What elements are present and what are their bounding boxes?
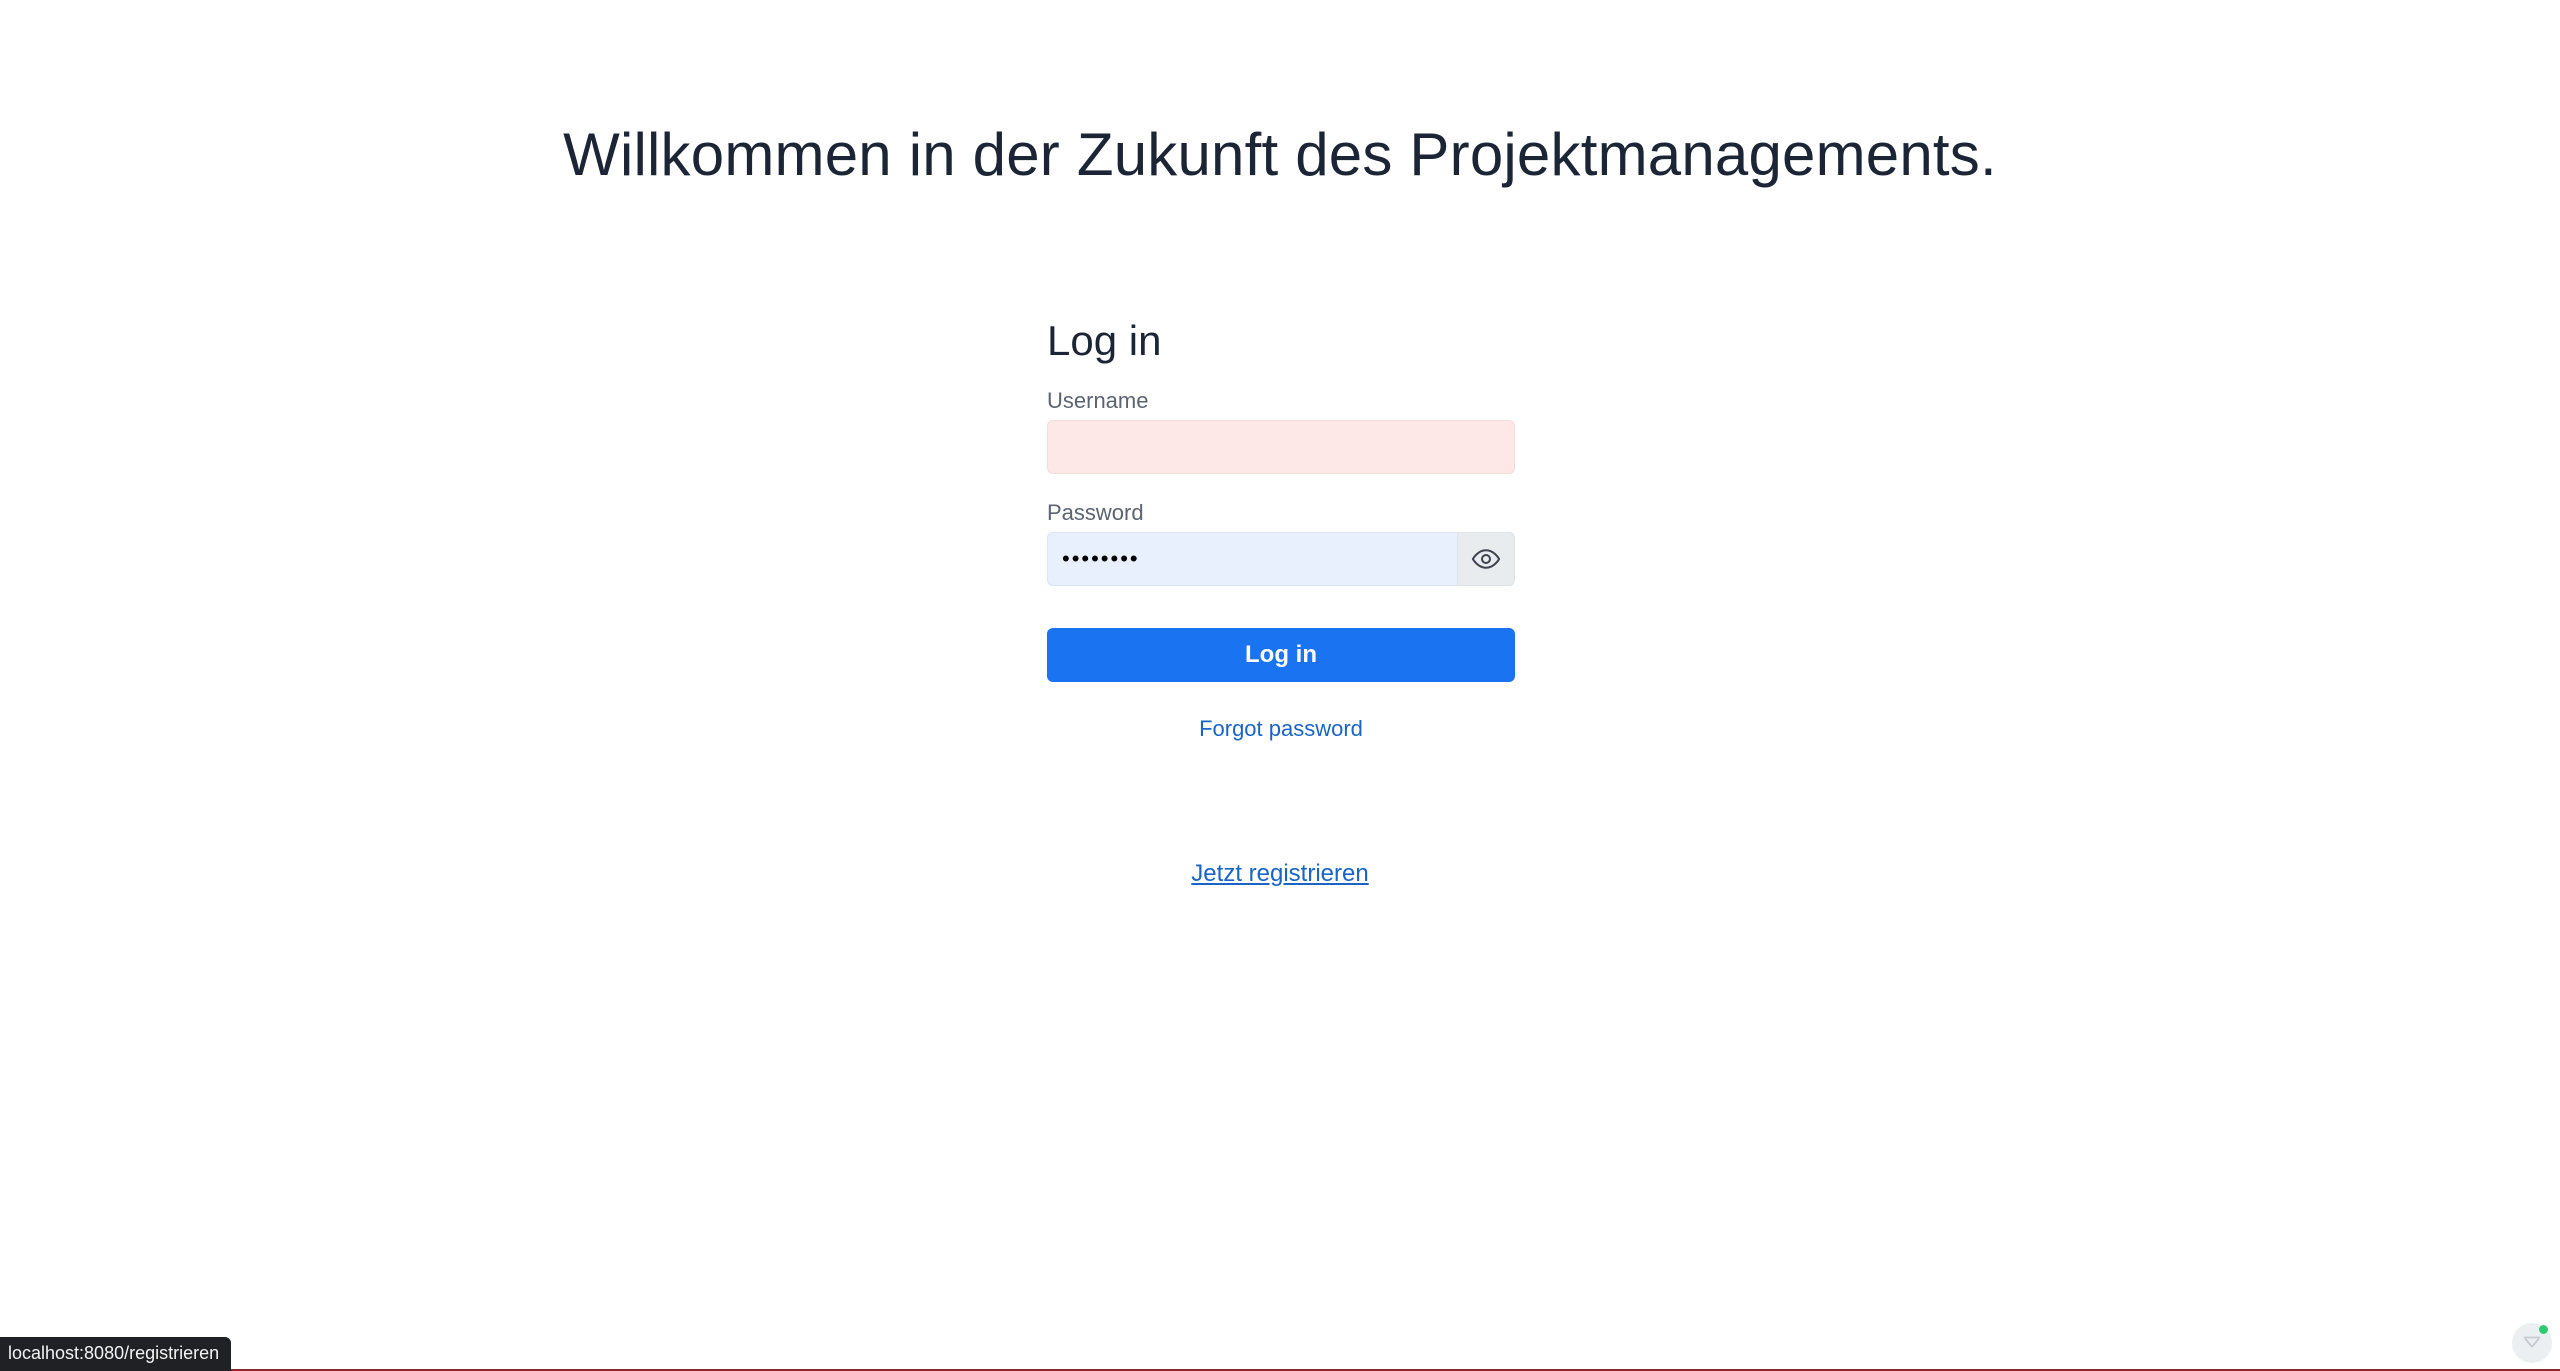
eye-icon — [1471, 549, 1501, 570]
username-input[interactable] — [1047, 420, 1515, 475]
login-form: Log in Username Password Log in Forgot p… — [1047, 316, 1515, 742]
forgot-password-link[interactable]: Forgot password — [1047, 716, 1515, 742]
welcome-heading: Willkommen in der Zukunft des Projektman… — [563, 121, 1997, 188]
register-link[interactable]: Jetzt registrieren — [1191, 860, 1368, 887]
login-title: Log in — [1047, 317, 1162, 364]
password-group — [1047, 532, 1515, 587]
password-input[interactable] — [1047, 532, 1515, 587]
status-dot — [2539, 1325, 2548, 1334]
extension-icon — [2523, 1336, 2541, 1348]
login-page: Willkommen in der Zukunft des Projektman… — [0, 0, 2560, 1371]
username-group: Username — [1047, 388, 1515, 475]
status-bar-url: localhost:8080/registrieren — [0, 1337, 232, 1371]
username-label: Username — [1047, 388, 1149, 414]
register-section: Jetzt registrieren — [0, 860, 2560, 888]
toggle-password-visibility-button[interactable] — [1457, 532, 1515, 587]
extension-widget[interactable] — [2512, 1323, 2552, 1363]
password-label: Password — [1047, 500, 1144, 526]
login-button[interactable]: Log in — [1047, 628, 1515, 683]
